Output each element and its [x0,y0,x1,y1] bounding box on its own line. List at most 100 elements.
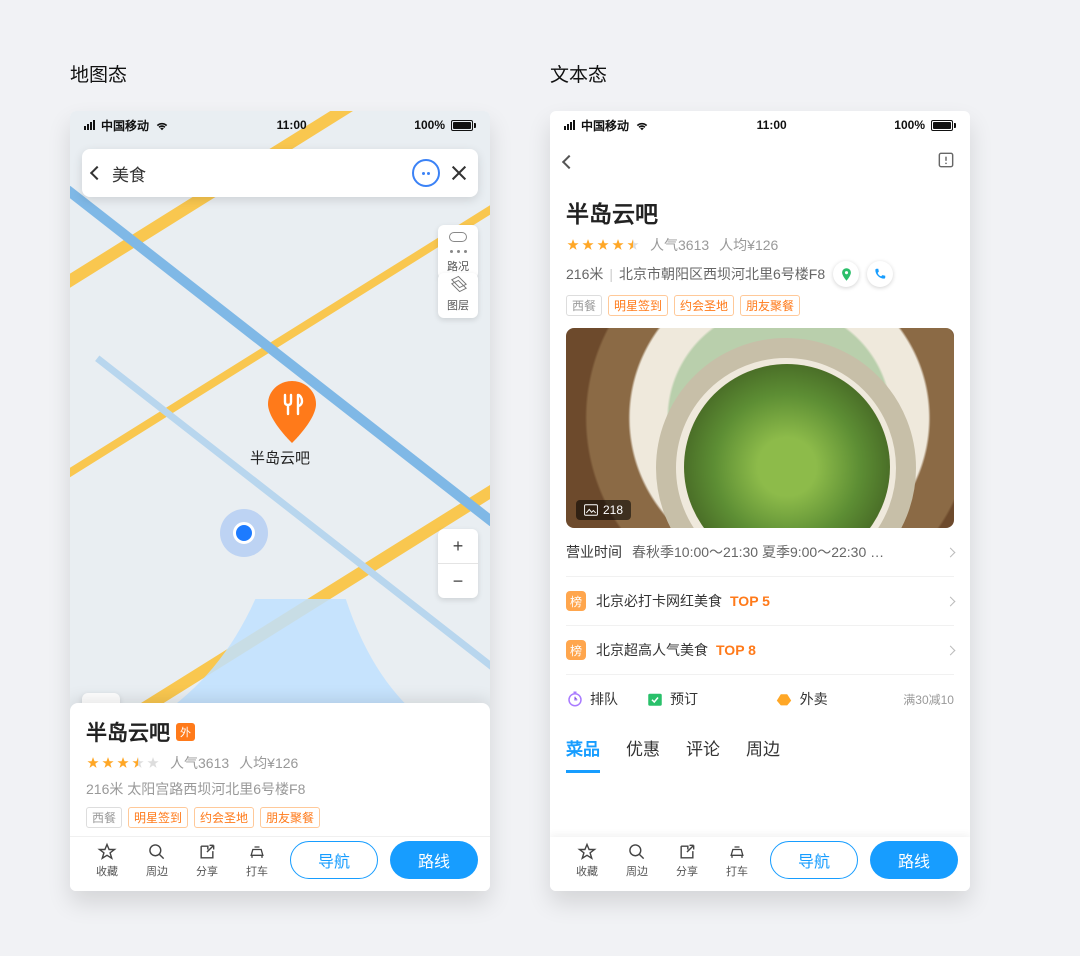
hero-image[interactable]: 218 [566,328,954,528]
call-button[interactable] [867,261,893,287]
address-line: 216米 太阳宫路西坝河北里6号楼F8 [86,779,474,799]
show-on-map-button[interactable] [833,261,859,287]
cuisine-tag: 西餐 [86,807,122,828]
feature-tag: 朋友聚餐 [740,295,800,316]
report-icon [936,150,956,170]
clear-icon[interactable] [450,164,468,182]
current-location-dot [220,509,268,557]
taxi-button[interactable]: 打车 [712,841,762,879]
rating-stars [86,756,160,770]
status-bar: 中国移动 11:00 100% [70,111,490,139]
chevron-right-icon [946,596,956,606]
back-icon[interactable] [90,166,104,180]
distance: 216米 [566,264,603,284]
delivery-icon [774,691,794,707]
delivery-badge: 外 [176,723,195,741]
feature-tag: 朋友聚餐 [260,807,320,828]
queue-service[interactable]: 排队 [566,689,618,709]
map-pin-icon [839,267,854,282]
image-icon [584,504,598,516]
rank-badge-icon: 榜 [566,640,586,660]
booking-service[interactable]: 预订 [646,689,698,709]
ranking-row[interactable]: 榜 北京超高人气美食 TOP 8 [566,626,954,675]
search-bar: 美食 [82,149,478,197]
feature-tag: 明星签到 [128,807,188,828]
search-input[interactable]: 美食 [112,161,402,186]
chevron-right-icon [946,645,956,655]
section-heading-map: 地图态 [70,60,490,87]
calendar-check-icon [646,690,664,708]
favorite-button[interactable]: 收藏 [82,841,132,879]
rank-badge-icon: 榜 [566,591,586,611]
chevron-right-icon [946,547,956,557]
feature-tag: 明星签到 [608,295,668,316]
navigate-button[interactable]: 导航 [290,841,378,879]
voice-search-icon[interactable] [412,159,440,187]
zoom-control: + − [438,529,478,598]
popularity: 人气3613 [650,235,709,255]
detail-header [550,139,970,185]
report-button[interactable] [936,150,956,175]
address: 北京市朝阳区西坝河北里6号楼F8 [619,264,825,284]
layers-icon [451,278,465,292]
nearby-button[interactable]: 周边 [132,841,182,879]
star-outline-icon [577,842,597,862]
status-bar: 中国移动 11:00 100% [550,111,970,139]
share-button[interactable]: 分享 [182,841,232,879]
tab-nearby[interactable]: 周边 [746,735,780,773]
phone-detail-view: 中国移动 11:00 100% 半岛云吧 [550,111,970,891]
search-icon [627,842,647,862]
tab-reviews[interactable]: 评论 [686,735,720,773]
bottom-action-bar: 收藏 周边 分享 打车 导航 路线 [70,836,490,891]
taxi-button[interactable]: 打车 [232,841,282,879]
route-button[interactable]: 路线 [870,841,958,879]
avg-price: 人均¥126 [719,235,778,255]
poi-pin[interactable] [268,381,316,443]
taxi-icon [246,842,268,862]
share-icon [197,842,217,862]
feature-tag: 约会圣地 [194,807,254,828]
layers-button[interactable]: 图层 [438,273,478,318]
navigate-button[interactable]: 导航 [770,841,858,879]
popularity: 人气3613 [170,753,229,773]
favorite-button[interactable]: 收藏 [562,841,612,879]
poi-pin-label: 半岛云吧 [250,447,310,468]
tag-row: 西餐 明星签到 约会圣地 朋友聚餐 [566,295,954,316]
hours-row[interactable]: 营业时间 春秋季10:00～21:30 夏季9:00～22:30 … [566,528,954,577]
zoom-in-button[interactable]: + [438,529,478,563]
wifi-icon [155,119,169,131]
delivery-service[interactable]: 外卖 [774,689,828,709]
poi-name: 半岛云吧 [566,195,954,229]
poi-name: 半岛云吧 [86,717,170,747]
delivery-promo: 满30减10 [903,689,954,709]
tab-deals[interactable]: 优惠 [626,735,660,773]
avg-price: 人均¥126 [239,753,298,773]
back-icon[interactable] [562,155,576,169]
rating-stars [566,238,640,252]
battery-indicator: 100% [414,118,476,132]
route-button[interactable]: 路线 [390,841,478,879]
share-icon [677,842,697,862]
taxi-icon [726,842,748,862]
carrier-label: 中国移动 [101,117,149,134]
poi-summary-card[interactable]: 半岛云吧 外 人气3613 人均¥126 [70,703,490,891]
detail-tabs: 菜品 优惠 评论 周边 [566,723,954,773]
share-button[interactable]: 分享 [662,841,712,879]
bottom-action-bar: 收藏 周边 分享 打车 导航 路线 [550,837,970,891]
section-heading-text: 文本态 [550,60,970,87]
cellular-signal-icon [564,120,575,130]
wifi-icon [635,119,649,131]
nearby-button[interactable]: 周边 [612,841,662,879]
ranking-row[interactable]: 榜 北京必打卡网红美食 TOP 5 [566,577,954,626]
phone-icon [873,267,887,281]
battery-indicator: 100% [894,118,956,132]
tag-row: 西餐 明星签到 约会圣地 朋友聚餐 [86,807,474,828]
clock: 11:00 [277,118,307,132]
star-outline-icon [97,842,117,862]
clock-icon [566,690,584,708]
search-icon [147,842,167,862]
tab-dishes[interactable]: 菜品 [566,735,600,773]
zoom-out-button[interactable]: − [438,564,478,598]
traffic-button[interactable]: 路况 [438,225,478,279]
phone-map-view: 中国移动 11:00 100% 美食 路况 [70,111,490,891]
